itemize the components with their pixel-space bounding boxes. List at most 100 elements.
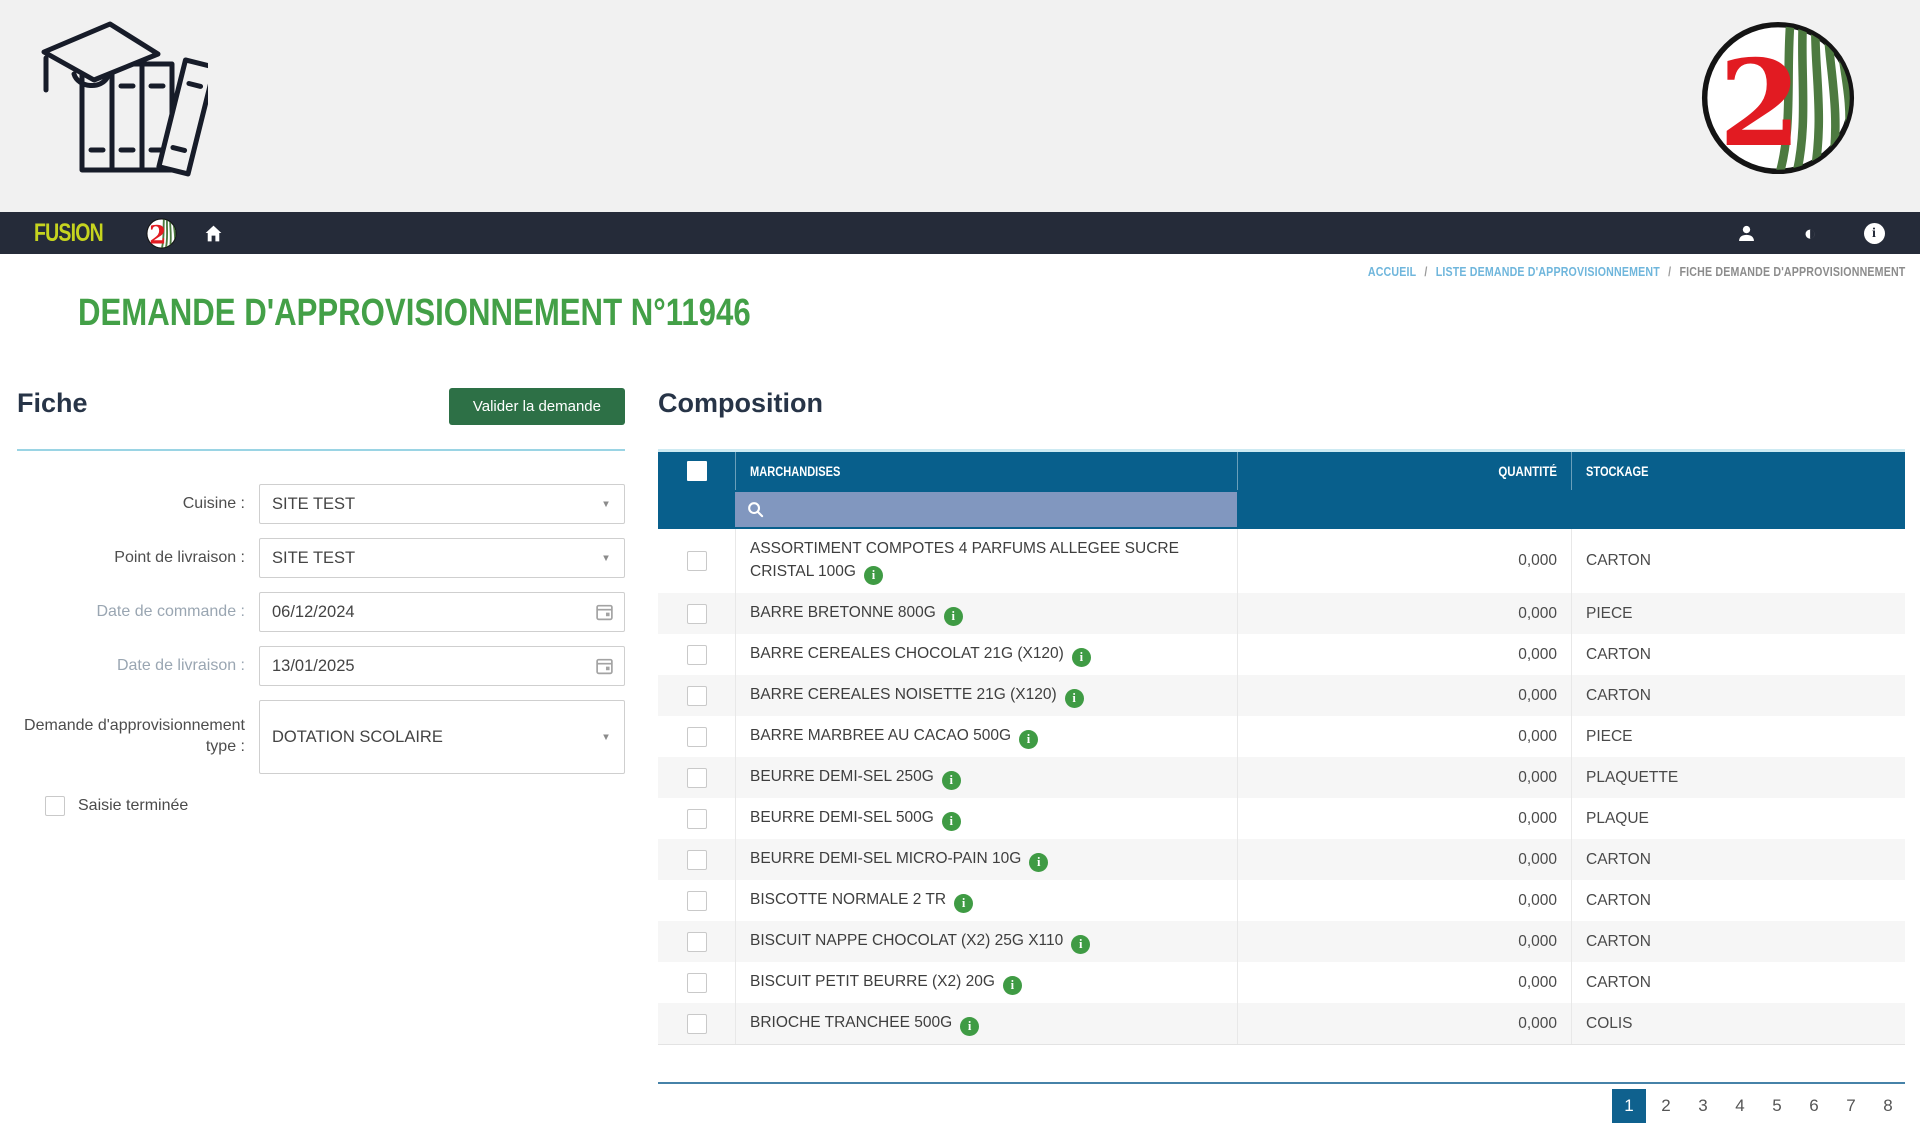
info-icon[interactable]: i [1862,221,1886,245]
product-info-icon[interactable]: i [1019,730,1038,749]
validate-request-button[interactable]: Valider la demande [449,388,625,425]
fusion-logo[interactable]: FUSION [34,219,103,248]
date-commande-input[interactable] [272,603,590,622]
row-checkbox[interactable] [687,850,707,870]
table-row: BARRE CEREALES NOISETTE 21G (X120)i 0,00… [658,675,1905,716]
stockage-value: CARTON [1571,921,1905,962]
page-button[interactable]: 6 [1797,1089,1831,1123]
product-info-icon[interactable]: i [942,771,961,790]
breadcrumb: ACCUEIL / LISTE DEMANDE D'APPROVISIONNEM… [1273,265,1905,279]
column-header-stockage[interactable]: STOCKAGE [1571,452,1905,490]
date-commande-field[interactable] [259,592,625,632]
row-checkbox[interactable] [687,809,707,829]
stockage-value: PIECE [1571,716,1905,757]
product-info-icon[interactable]: i [1065,689,1084,708]
fiche-form: Cuisine : SITE TEST ▼ Point de livraison… [17,484,625,816]
row-checkbox[interactable] [687,932,707,952]
calendar-icon[interactable] [595,603,614,622]
stockage-value: CARTON [1571,634,1905,675]
navbar-2-logo-icon[interactable]: 2 [146,218,177,249]
product-info-icon[interactable]: i [1071,935,1090,954]
table-row: BEURRE DEMI-SEL 500Gi 0,000 PLAQUE [658,798,1905,839]
row-checkbox[interactable] [687,727,707,747]
quantity-value: 0,000 [1237,529,1571,593]
user-icon[interactable] [1734,221,1758,245]
marchandise-cell: BEURRE DEMI-SEL 250Gi [735,757,1237,798]
table-row: BARRE CEREALES CHOCOLAT 21G (X120)i 0,00… [658,634,1905,675]
row-checkbox[interactable] [687,645,707,665]
row-checkbox-cell [658,962,735,1003]
table-header-row: MARCHANDISES QUANTITÉ STOCKAGE [658,452,1905,490]
table-search-row [658,490,1905,529]
product-info-icon[interactable]: i [1029,853,1048,872]
page-button[interactable]: 1 [1612,1089,1646,1123]
quantity-value: 0,000 [1237,1003,1571,1044]
page-button[interactable]: 2 [1649,1089,1683,1123]
calendar-icon[interactable] [595,657,614,676]
row-checkbox-cell [658,1003,735,1044]
marchandise-cell: BARRE BRETONNE 800Gi [735,593,1237,634]
table-row: ASSORTIMENT COMPOTES 4 PARFUMS ALLEGEE S… [658,529,1905,593]
row-checkbox[interactable] [687,551,707,571]
select-all-checkbox[interactable] [687,461,707,481]
page-button[interactable]: 7 [1834,1089,1868,1123]
product-name: BRIOCHE TRANCHEE 500G [750,1014,952,1031]
search-row-spacer [1237,490,1571,529]
page-button[interactable]: 3 [1686,1089,1720,1123]
select-all-cell [658,452,735,490]
page-button[interactable]: 8 [1871,1089,1905,1123]
row-checkbox-cell [658,675,735,716]
product-info-icon[interactable]: i [864,566,883,585]
page-button[interactable]: 5 [1760,1089,1794,1123]
product-name: BARRE MARBREE AU CACAO 500G [750,727,1011,744]
marchandise-cell: BARRE CEREALES NOISETTE 21G (X120)i [735,675,1237,716]
product-info-icon[interactable]: i [942,812,961,831]
contrast-icon[interactable]: ◐ [1798,221,1822,245]
product-info-icon[interactable]: i [954,894,973,913]
row-checkbox-cell [658,593,735,634]
chevron-down-icon: ▼ [601,731,611,742]
breadcrumb-current-page: FICHE DEMANDE D'APPROVISIONNEMENT [1679,265,1905,279]
date-livraison-input[interactable] [272,657,590,676]
row-checkbox-cell [658,798,735,839]
demande-type-select[interactable]: DOTATION SCOLAIRE ▼ [259,700,625,774]
product-info-icon[interactable]: i [1072,648,1091,667]
stockage-value: PLAQUETTE [1571,757,1905,798]
saisie-terminee-checkbox[interactable] [45,796,65,816]
home-icon[interactable] [201,221,225,245]
marchandises-search-input[interactable] [772,500,1225,519]
row-checkbox[interactable] [687,686,707,706]
product-info-icon[interactable]: i [944,607,963,626]
breadcrumb-accueil[interactable]: ACCUEIL [1367,265,1415,279]
product-name: BISCOTTE NORMALE 2 TR [750,891,946,908]
row-checkbox-cell [658,921,735,962]
fiche-heading: Fiche [17,388,88,419]
composition-table: MARCHANDISES QUANTITÉ STOCKAGE [658,449,1905,1045]
column-header-quantite[interactable]: QUANTITÉ [1237,452,1571,490]
breadcrumb-separator: / [1424,265,1427,279]
svg-text:2: 2 [150,220,167,249]
table-row: BRIOCHE TRANCHEE 500Gi 0,000 COLIS [658,1003,1905,1044]
cuisine-select[interactable]: SITE TEST ▼ [259,484,625,524]
point-livraison-select[interactable]: SITE TEST ▼ [259,538,625,578]
quantity-value: 0,000 [1237,675,1571,716]
breadcrumb-separator: / [1668,265,1671,279]
product-info-icon[interactable]: i [960,1017,979,1036]
page-button[interactable]: 4 [1723,1089,1757,1123]
search-row-spacer [1571,490,1905,529]
row-checkbox[interactable] [687,1014,707,1034]
stockage-value: CARTON [1571,675,1905,716]
marchandise-cell: BISCUIT NAPPE CHOCOLAT (X2) 25G X110i [735,921,1237,962]
column-header-marchandises[interactable]: MARCHANDISES [735,452,1237,490]
row-checkbox[interactable] [687,973,707,993]
table-row: BISCOTTE NORMALE 2 TRi 0,000 CARTON [658,880,1905,921]
date-livraison-field[interactable] [259,646,625,686]
row-checkbox[interactable] [687,604,707,624]
search-icon [747,501,764,518]
row-checkbox[interactable] [687,768,707,788]
breadcrumb-liste-demande[interactable]: LISTE DEMANDE D'APPROVISIONNEMENT [1435,265,1659,279]
row-checkbox-cell [658,716,735,757]
row-checkbox[interactable] [687,891,707,911]
table-body: ASSORTIMENT COMPOTES 4 PARFUMS ALLEGEE S… [658,529,1905,1044]
product-info-icon[interactable]: i [1003,976,1022,995]
